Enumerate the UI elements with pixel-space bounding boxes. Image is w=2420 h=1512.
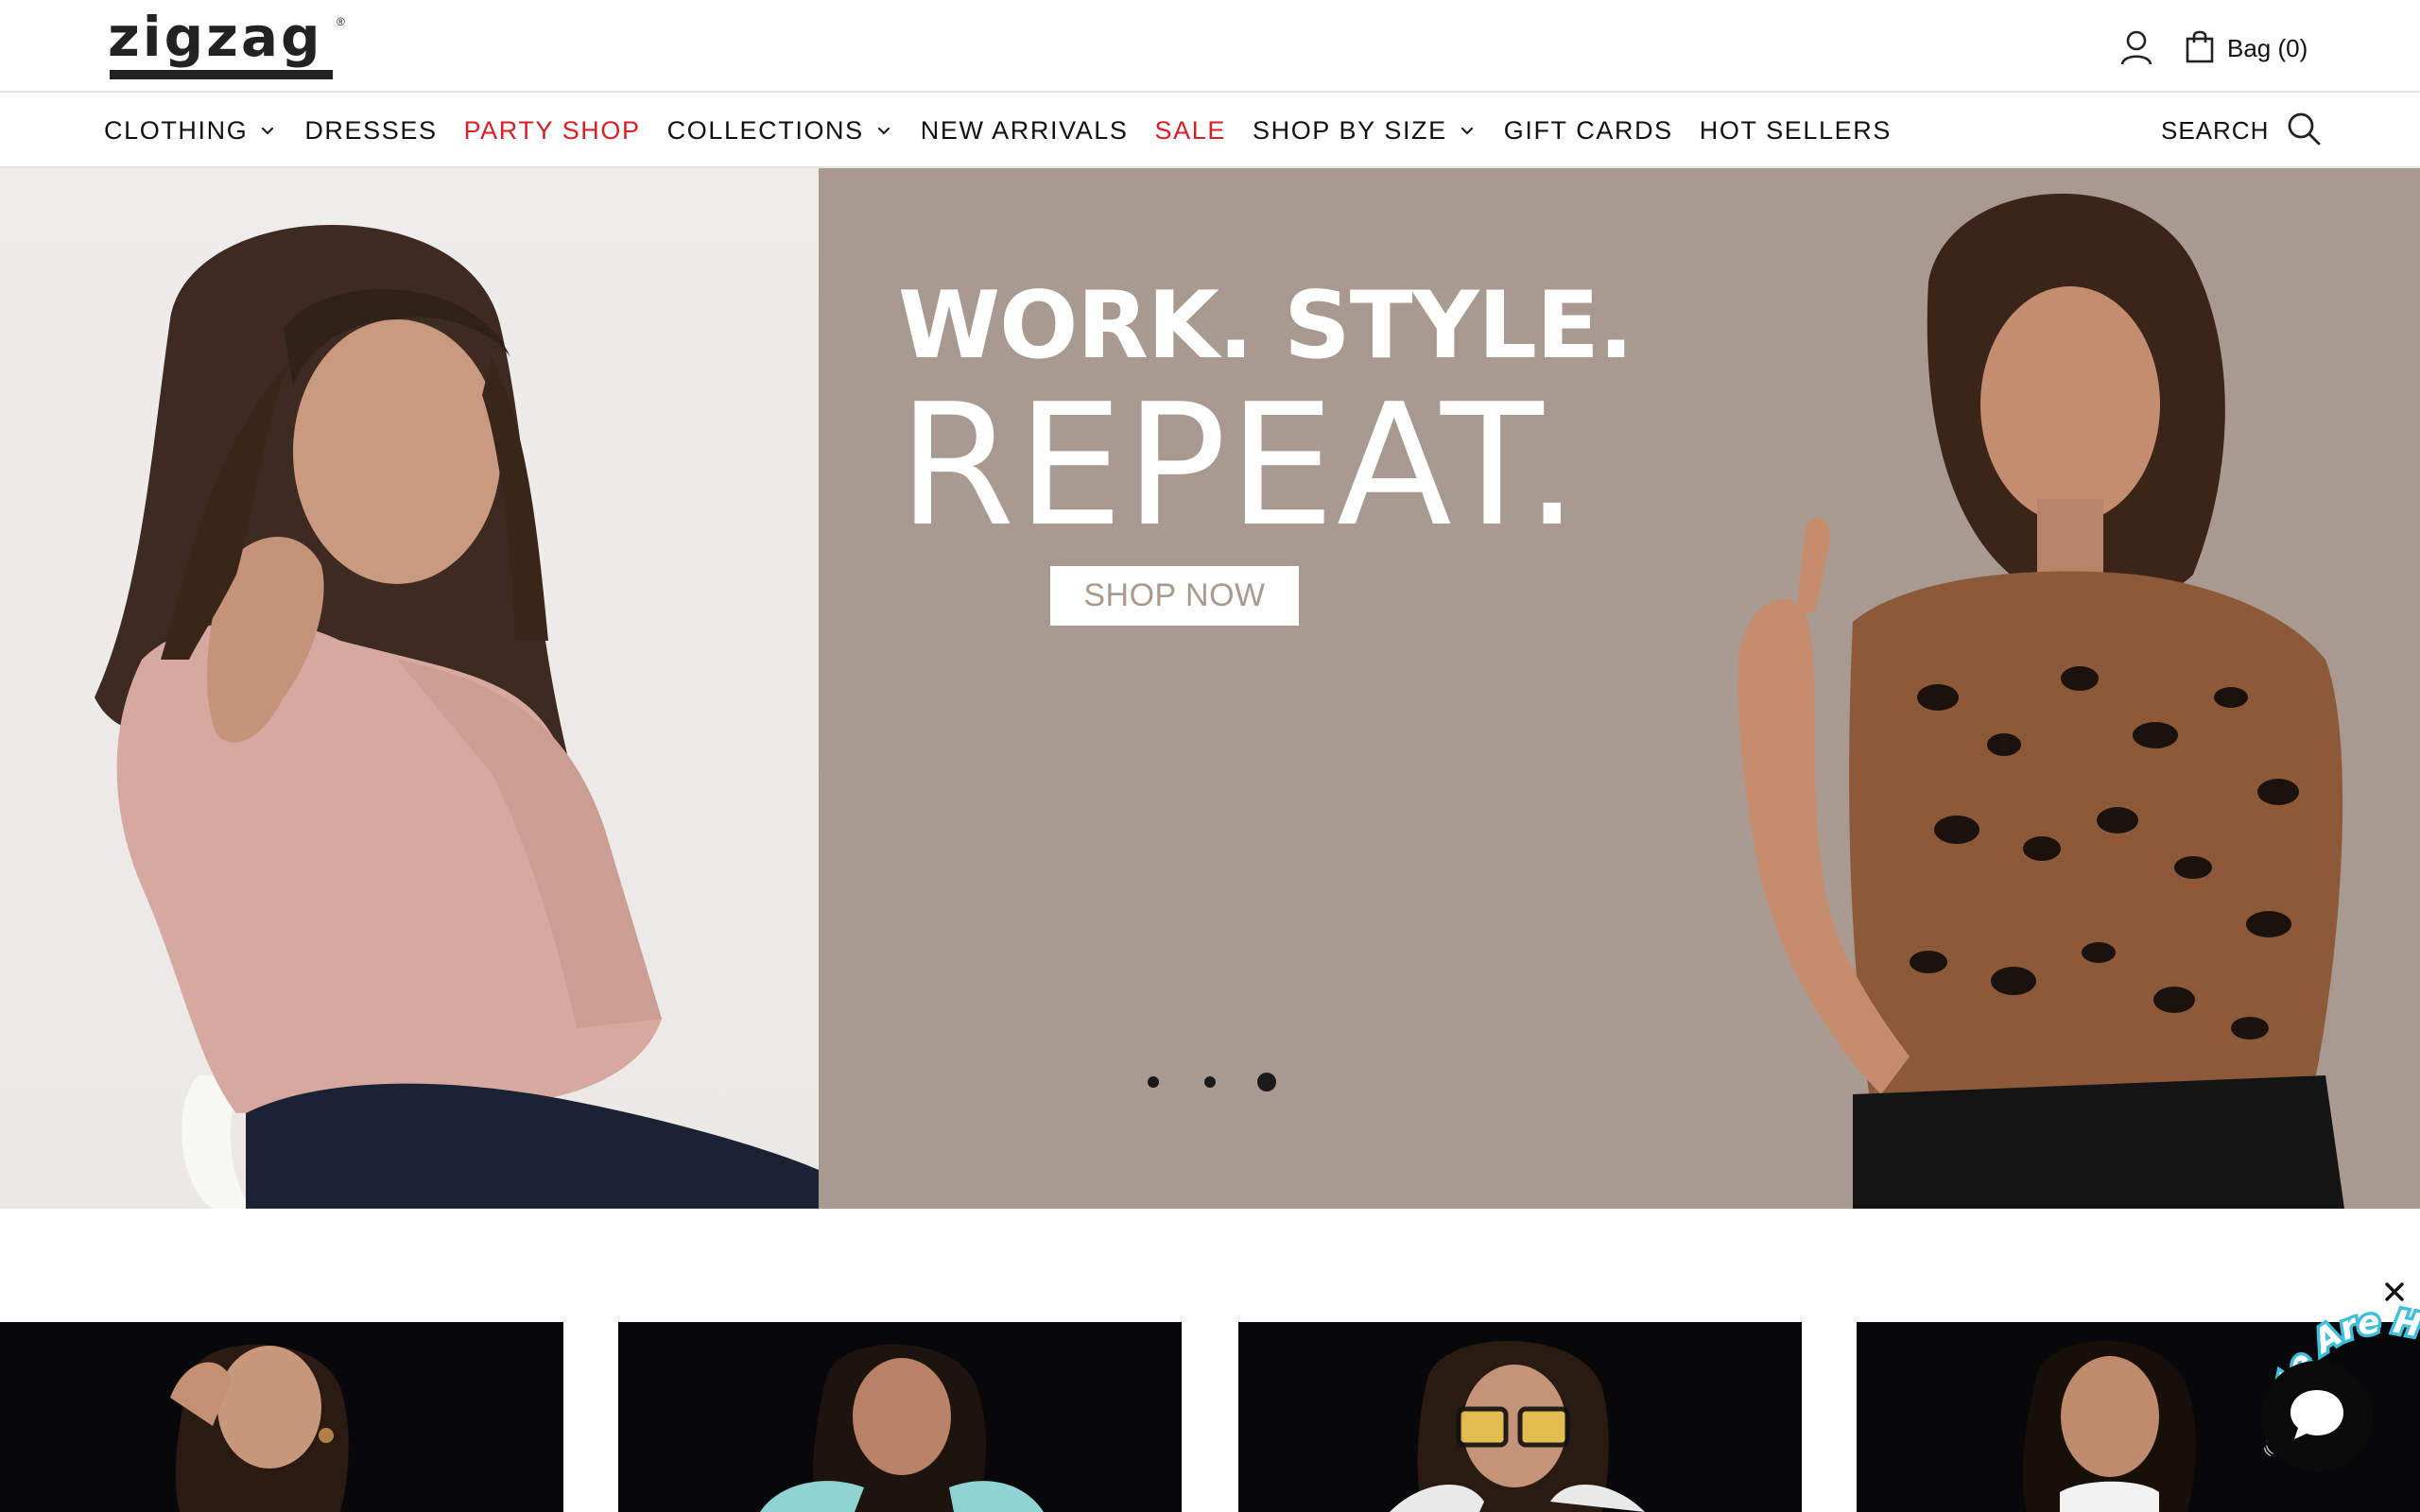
chat-bubble-icon: [2287, 1384, 2347, 1450]
nav-item-clothing[interactable]: CLOTHING: [104, 116, 278, 146]
search-icon: [2286, 111, 2322, 151]
nav-item-label: COLLECTIONS: [666, 115, 864, 145]
hero-banner[interactable]: WORK. STYLE. REPEAT. SHOP NOW: [0, 168, 2420, 1209]
nav-list: CLOTHING DRESSES PARTY SHOP COLLECTIONS NEW …: [104, 93, 1892, 168]
main-navigation: CLOTHING DRESSES PARTY SHOP COLLECTIONS NEW …: [0, 93, 2420, 168]
chevron-down-icon: [877, 127, 890, 135]
nav-item-label: SALE: [1154, 115, 1226, 145]
bag-button[interactable]: Bag (0): [2186, 26, 2308, 70]
carousel-dots: [1138, 1068, 1289, 1096]
category-tile-3[interactable]: [1238, 1322, 1802, 1512]
nav-item-label: SHOP BY SIZE: [1252, 115, 1447, 145]
nav-item-gift-cards[interactable]: GIFT CARDS: [1504, 116, 1673, 146]
carousel-dot-3[interactable]: [1257, 1073, 1276, 1091]
nav-item-label: DRESSES: [304, 115, 438, 145]
nav-item-label: PARTY SHOP: [463, 115, 641, 145]
chat-button[interactable]: [2261, 1361, 2373, 1472]
nav-item-collections[interactable]: COLLECTIONS: [667, 116, 894, 146]
nav-item-label: NEW ARRIVALS: [920, 115, 1129, 145]
zigzag-logo[interactable]: zigzag ®: [108, 9, 348, 79]
nav-item-label: CLOTHING: [104, 115, 249, 145]
category-tile-2[interactable]: [618, 1322, 1182, 1512]
carousel-dot-1[interactable]: [1148, 1076, 1159, 1088]
chevron-down-icon: [1461, 127, 1473, 135]
shop-now-button[interactable]: SHOP NOW: [1050, 566, 1299, 626]
bag-label: Bag (0): [2227, 33, 2308, 62]
user-icon[interactable]: [2118, 28, 2155, 66]
nav-item-label: GIFT CARDS: [1503, 115, 1673, 145]
hero-headline-line2: REPEAT.: [898, 368, 1582, 563]
nav-item-sale[interactable]: SALE: [1155, 116, 1226, 146]
logo-underline: [110, 70, 333, 79]
nav-item-label: HOT SELLERS: [1699, 115, 1892, 145]
hero-model-right-image: [1664, 168, 2420, 1209]
nav-item-dresses[interactable]: DRESSES: [304, 116, 437, 146]
logo-wordmark: zigzag: [108, 5, 323, 69]
carousel-dot-2[interactable]: [1204, 1076, 1216, 1088]
nav-item-party-shop[interactable]: PARTY SHOP: [464, 116, 641, 146]
hero-model-left-image: [0, 168, 819, 1209]
site-header: zigzag ® Bag (0): [0, 0, 2420, 93]
nav-item-new-arrivals[interactable]: NEW ARRIVALS: [921, 116, 1129, 146]
search-button[interactable]: SEARCH: [2161, 93, 2322, 168]
search-label: SEARCH: [2161, 115, 2270, 145]
category-tiles: [0, 1322, 2420, 1512]
hero-headline-line1: WORK. STYLE.: [898, 272, 1634, 380]
shopping-bag-icon: [2186, 29, 2214, 68]
chevron-down-icon: [262, 127, 274, 135]
category-tile-1[interactable]: [0, 1322, 563, 1512]
nav-item-shop-by-size[interactable]: SHOP BY SIZE: [1253, 116, 1478, 146]
logo-registered-mark: ®: [337, 15, 345, 28]
nav-item-hot-sellers[interactable]: HOT SELLERS: [1700, 116, 1892, 146]
